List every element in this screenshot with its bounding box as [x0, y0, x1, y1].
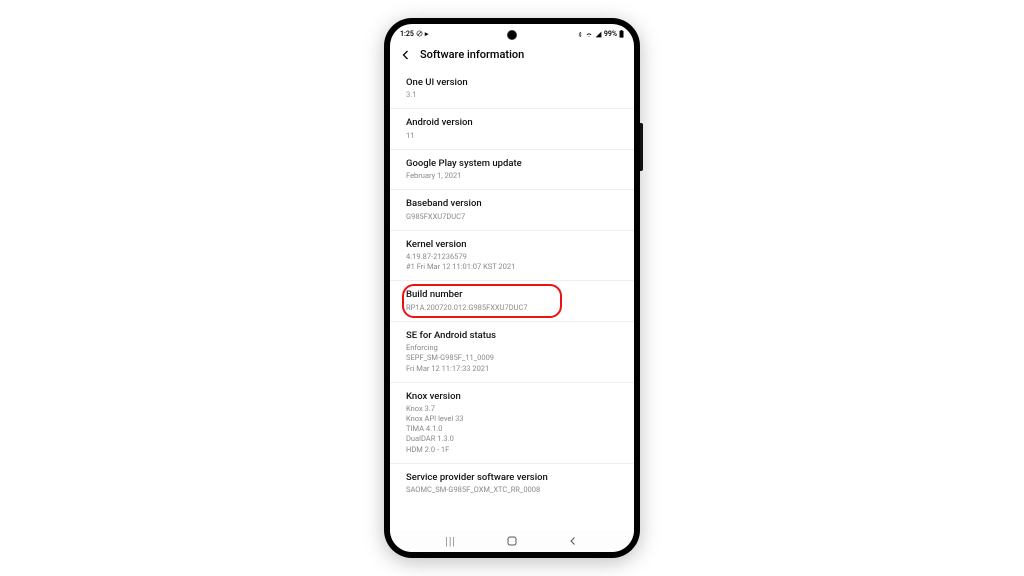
settings-item[interactable]: Baseband version G985FXXU7DUC7 [390, 190, 634, 230]
item-label: Service provider software version [406, 472, 618, 484]
item-label: SE for Android status [406, 330, 618, 342]
item-label: Kernel version [406, 239, 618, 251]
item-value: February 1, 2021 [406, 171, 618, 181]
settings-item[interactable]: Android version 11 [390, 109, 634, 149]
punch-hole-camera [507, 30, 517, 40]
battery-percent: 99% [604, 30, 617, 38]
item-value: SAOMC_SM-G985F_OXM_XTC_RR_0008 [406, 485, 618, 495]
settings-item[interactable]: Knox versionKnox 3.7 Knox API level 33 T… [390, 383, 634, 464]
item-value: 4.19.87-21236579 #1 Fri Mar 12 11:01:07 … [406, 252, 618, 272]
signal-icon [595, 31, 602, 38]
settings-item[interactable]: Service provider software versionSAOMC_S… [390, 464, 634, 503]
wifi-icon [585, 31, 593, 38]
item-label: One UI version [406, 77, 618, 89]
settings-item[interactable]: Kernel version4.19.87-21236579 #1 Fri Ma… [390, 231, 634, 282]
page-title: Software information [420, 48, 524, 61]
item-value: RP1A.200720.012.G985FXXU7DUC7 [406, 303, 618, 313]
settings-item[interactable]: One UI version3.1 [390, 69, 634, 109]
screen: 1:25 ▸ 99% [390, 24, 634, 552]
settings-list[interactable]: One UI version3.1 Android version 11 Google… [390, 69, 634, 530]
phone-frame: 1:25 ▸ 99% [384, 18, 640, 558]
item-value: 11 [406, 131, 618, 141]
settings-item[interactable]: SE for Android statusEnforcing SEPF_SM-G… [390, 322, 634, 383]
item-label: Android version [406, 117, 618, 129]
item-label: Build number [406, 289, 618, 301]
item-value: G985FXXU7DUC7 [406, 212, 618, 222]
bluetooth-icon [577, 31, 583, 38]
navigation-bar: ||| [390, 530, 634, 552]
item-value: 3.1 [406, 90, 618, 100]
item-label: Baseband version [406, 198, 618, 210]
more-icon: ▸ [425, 30, 429, 38]
back-button[interactable] [400, 49, 412, 61]
mute-icon [416, 30, 423, 39]
settings-item[interactable]: Build number RP1A.200720.012.G985FXXU7DUC… [390, 281, 634, 321]
item-value: Knox 3.7 Knox API level 33 TIMA 4.1.0 Du… [406, 404, 618, 455]
status-time: 1:25 [400, 30, 414, 38]
nav-recents[interactable]: ||| [436, 535, 466, 548]
nav-home[interactable] [497, 535, 527, 547]
nav-back[interactable] [558, 535, 588, 547]
item-label: Google Play system update [406, 158, 618, 170]
item-value: Enforcing SEPF_SM-G985F_11_0009 Fri Mar … [406, 343, 618, 373]
item-label: Knox version [406, 391, 618, 403]
page-header: Software information [390, 42, 634, 69]
battery-icon [619, 30, 624, 38]
settings-item[interactable]: Google Play system updateFebruary 1, 202… [390, 150, 634, 190]
